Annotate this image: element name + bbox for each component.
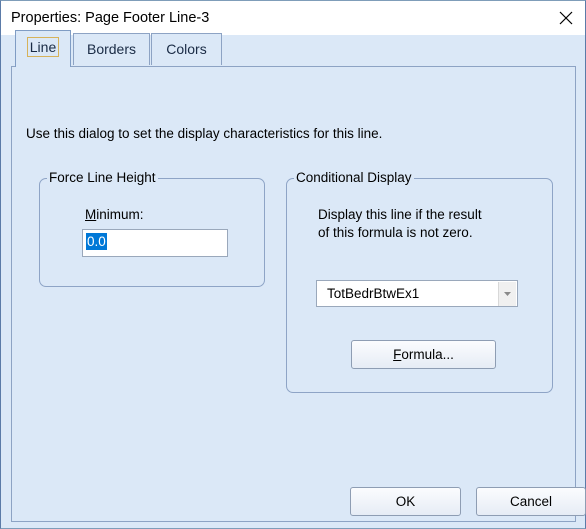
formula-select[interactable]: TotBedrBtwEx1: [316, 280, 518, 307]
ok-button[interactable]: OK: [350, 487, 461, 516]
properties-dialog: Properties: Page Footer Line-3 Line Bord…: [0, 0, 586, 529]
window-title: Properties: Page Footer Line-3: [11, 10, 210, 26]
intro-text: Use this dialog to set the display chara…: [26, 126, 383, 141]
conditional-description-line2: of this formula is not zero.: [318, 225, 473, 240]
formula-dropdown-button[interactable]: [498, 282, 516, 306]
chevron-down-icon: [504, 292, 511, 296]
cancel-button[interactable]: Cancel: [476, 487, 586, 516]
tab-colors-label: Colors: [166, 41, 207, 57]
formula-button[interactable]: Formula...: [351, 340, 496, 369]
minimum-label-rest: inimum:: [96, 207, 144, 222]
close-icon: [559, 11, 573, 25]
conditional-display-label: Conditional Display: [294, 170, 414, 185]
tab-borders[interactable]: Borders: [73, 33, 150, 65]
title-bar: Properties: Page Footer Line-3: [1, 1, 585, 35]
tab-line-label: Line: [26, 37, 60, 57]
tab-borders-label: Borders: [86, 41, 137, 57]
conditional-description-line1: Display this line if the result: [318, 207, 482, 222]
formula-button-rest: ormula...: [401, 347, 454, 362]
minimum-height-input[interactable]: 0.0: [82, 229, 228, 257]
minimum-mnemonic: M: [85, 207, 97, 222]
tab-colors[interactable]: Colors: [151, 33, 222, 65]
formula-select-value: TotBedrBtwEx1: [327, 286, 420, 301]
minimum-height-value: 0.0: [86, 233, 107, 250]
force-line-height-label: Force Line Height: [47, 170, 158, 185]
minimum-label: Minimum:: [85, 207, 144, 222]
close-button[interactable]: [553, 5, 579, 31]
tab-line[interactable]: Line: [15, 30, 71, 67]
